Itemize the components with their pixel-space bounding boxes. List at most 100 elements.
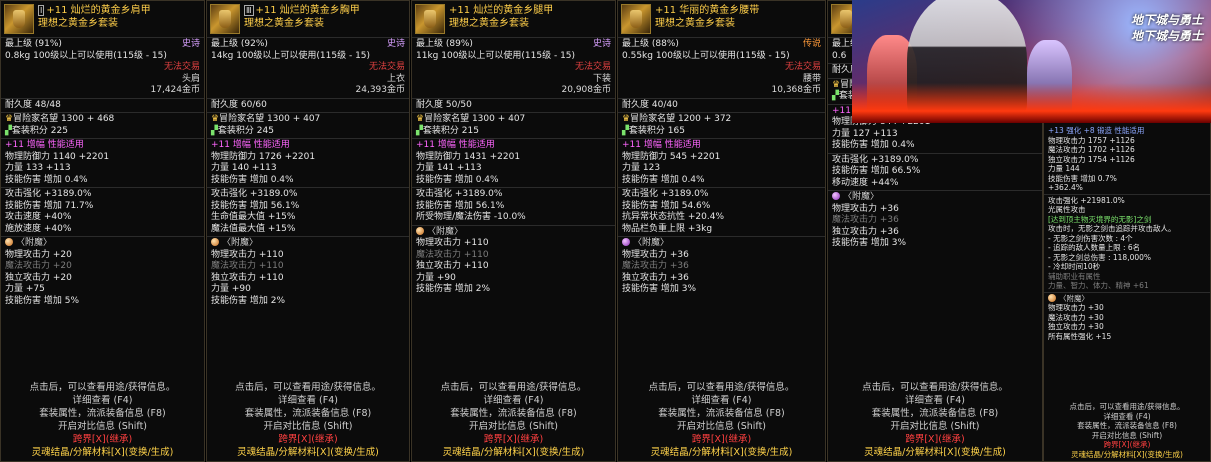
slot-label: 上衣 [386, 73, 405, 84]
strength: 力量 141 +113 [416, 163, 482, 173]
fame-icon: ♛ [211, 114, 220, 124]
item-icon[interactable] [210, 4, 240, 34]
card-footer: 点击后，可以查看用途/获得信息。 详细查看 (F4) 套装属性，流派装备信息 (… [618, 381, 825, 461]
strength: 力量 140 +113 [211, 163, 277, 173]
item-icon[interactable] [415, 4, 445, 34]
footer-detail[interactable]: 详细查看 (F4) [618, 394, 825, 407]
set-name: 理想之黄金乡套装 [244, 18, 324, 29]
enchant-line: 物理攻击力 +36 [832, 203, 899, 214]
set-name: 理想之黄金乡套装 [449, 18, 529, 29]
stat-line: 攻击强化 +3189.0% [416, 189, 503, 199]
footer-set-info[interactable]: 套装属性，流派装备信息 (F8) [1, 407, 204, 420]
fame-icon: ♛ [5, 114, 14, 124]
enchant-header: 〈附魔〉 [843, 192, 880, 202]
trade-status: 无法交易 [574, 62, 611, 72]
skill-damage: 技能伤害 增加 0.4% [622, 174, 705, 185]
enchant-header: 〈附魔〉 [222, 238, 259, 248]
footer-compare[interactable]: 开启对比信息 (Shift) [207, 420, 409, 433]
footer-disassemble[interactable]: 灵魂结晶/分解材料[X](变换/生成) [828, 446, 1042, 459]
footer-disassemble[interactable]: 灵魂结晶/分解材料[X](变换/生成) [207, 446, 409, 459]
fame-value: 冒险家名望 1300 + 468 [13, 114, 115, 124]
logo-text-2: 地下城与勇士 [1130, 29, 1203, 43]
stat-line: 攻击强化 +3189.0% [622, 189, 709, 199]
enchant-header: 〈附魔〉 [427, 226, 464, 237]
durability: 耐久度 60/60 [207, 97, 409, 113]
footer-disassemble[interactable]: 灵魂结晶/分解材料[X](变换/生成) [412, 446, 615, 459]
footer-compare[interactable]: 开启对比信息 (Shift) [1, 420, 204, 433]
footer-line[interactable]: 开启对比信息 (Shift) [1044, 431, 1210, 441]
weight-level: 0.8kg 100级以上可以使用(115级 - 15) [5, 50, 167, 61]
footer-inherit[interactable]: 跨界[X](继承) [828, 433, 1042, 446]
enchant-line: 物理攻击力 +110 [416, 238, 489, 248]
footer-compare[interactable]: 开启对比信息 (Shift) [828, 420, 1042, 433]
footer-inherit[interactable]: 跨界[X](继承) [412, 433, 615, 446]
set-points-icon: ▞ [5, 125, 12, 136]
footer-set-info[interactable]: 套装属性，流派装备信息 (F8) [207, 407, 409, 420]
rarity-label: 传说 [802, 39, 821, 49]
grade-percent: (88%) [651, 39, 679, 49]
card-footer: 点击后，可以查看用途/获得信息。 详细查看 (F4) 套装属性，流派装备信息 (… [207, 381, 409, 461]
grade-percent: (91%) [34, 39, 62, 49]
footer-inherit[interactable]: 跨界[X](继承) [1, 433, 204, 446]
set-points: 套装积分 215 [422, 125, 479, 136]
enchant-line: 魔法攻击力 +110 [211, 261, 284, 271]
enchant-line: 物理攻击力 +36 [622, 249, 689, 260]
footer-line[interactable]: 灵魂结晶/分解材料[X](变换/生成) [1044, 450, 1210, 460]
enchant-line: 技能伤害 增加 3% [622, 284, 696, 294]
amplify-label: +11 增幅 性能适用 [5, 140, 84, 150]
enchant-line: 魔法攻击力 +36 [622, 261, 689, 271]
stat-line: 攻击强化 +3189.0% [832, 154, 919, 165]
set-points-icon: ▞ [832, 91, 839, 101]
set-name: 理想之黄金乡套装 [38, 18, 118, 29]
stat-line: 物品栏负重上限 +3kg [622, 223, 713, 234]
footer-inherit[interactable]: 跨界[X](继承) [618, 433, 825, 446]
price-label: 10,368金币 [771, 85, 822, 95]
enchant-header: 〈附魔〉 [16, 238, 53, 248]
line: +362.4% [1048, 183, 1083, 192]
enchant-line: 技能伤害 增加 2% [416, 284, 490, 294]
atk-strength: 攻击强化 +21981.0% [1048, 195, 1125, 205]
amp-label: +13 强化 +8 锻造 性能适用 [1048, 126, 1145, 135]
phys-defense: 物理防御力 1726 +2201 [211, 151, 316, 162]
set-points: 套装积分 245 [217, 125, 274, 136]
item-name: +11 灿烂的黄金乡肩甲 [46, 5, 151, 16]
grade-label: 最上级 [416, 39, 444, 49]
stat-line: 攻击强化 +3189.0% [211, 189, 298, 199]
footer-disassemble[interactable]: 灵魂结晶/分解材料[X](变换/生成) [1, 446, 204, 459]
weight-level: 0.55kg 100级以上可以使用(115级 - 15) [622, 50, 790, 61]
tooltip-card-3: +11 灿烂的黄金乡腿甲 理想之黄金乡套装 最上级 (89%) 史诗 11kg 1… [411, 0, 616, 462]
slot-label: 腰带 [802, 73, 821, 84]
enchant-line: 技能伤害 增加 5% [5, 295, 79, 306]
enchant-orb-icon [832, 192, 840, 200]
footer-detail[interactable]: 详细查看 (F4) [412, 394, 615, 407]
footer-detail[interactable]: 详细查看 (F4) [828, 394, 1042, 407]
card-footer: 点击后，可以查看用途/获得信息。 详细查看 (F4) 套装属性，流派装备信息 (… [412, 381, 615, 461]
enchant-line: 力量 +90 [416, 272, 456, 283]
footer-compare[interactable]: 开启对比信息 (Shift) [618, 420, 825, 433]
footer-set-info[interactable]: 套装属性，流派装备信息 (F8) [828, 407, 1042, 420]
footer-detail[interactable]: 详细查看 (F4) [207, 394, 409, 407]
line: 物理攻击力 +30 [1048, 303, 1104, 312]
skill-damage: 技能伤害 增加 0.4% [211, 174, 294, 185]
slot-label: 下装 [592, 73, 611, 84]
footer-set-info[interactable]: 套装属性，流派装备信息 (F8) [412, 407, 615, 420]
poster-fire [852, 83, 1211, 123]
special-title: [达到顶主物灭境界的无影]之剑 [1048, 214, 1152, 224]
footer-detail[interactable]: 详细查看 (F4) [1, 394, 204, 407]
enchant-orb-icon [1048, 293, 1056, 302]
footer-set-info[interactable]: 套装属性，流派装备信息 (F8) [618, 407, 825, 420]
phys-defense: 物理防御力 1431 +2201 [416, 151, 521, 162]
stat-line: 技能伤害 增加 54.6% [622, 200, 711, 211]
stat-line: 移动速度 +44% [832, 177, 899, 188]
footer-line[interactable]: 详细查看 (F4) [1044, 412, 1210, 422]
footer-line[interactable]: 跨界[X](继承) [1044, 440, 1210, 450]
footer-line[interactable]: 套装属性，流派装备信息 (F8) [1044, 421, 1210, 431]
item-icon[interactable] [621, 4, 651, 34]
item-icon[interactable] [4, 4, 34, 34]
footer-disassemble[interactable]: 灵魂结晶/分解材料[X](变换/生成) [618, 446, 825, 459]
line: - 冷却时间10秒 [1048, 262, 1101, 271]
stat-line: 攻击强化 +3189.0% [5, 189, 92, 199]
footer-inherit[interactable]: 跨界[X](继承) [207, 433, 409, 446]
stat-line: 施放速度 +40% [5, 223, 72, 234]
footer-compare[interactable]: 开启对比信息 (Shift) [412, 420, 615, 433]
